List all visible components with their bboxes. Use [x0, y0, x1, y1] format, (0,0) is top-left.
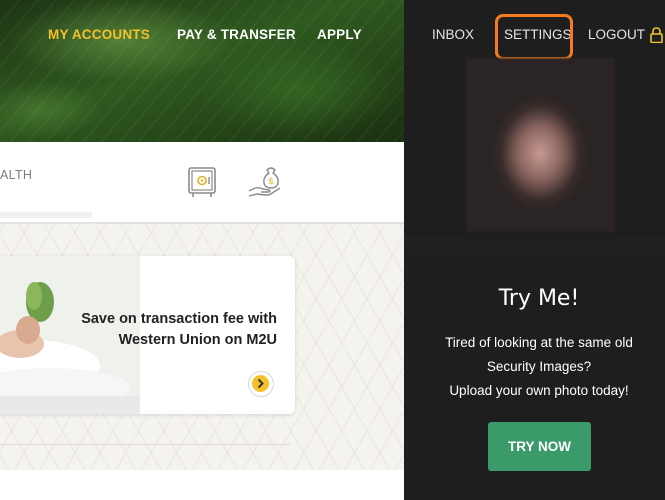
- nav-pay-transfer[interactable]: PAY & TRANSFER: [177, 27, 296, 42]
- tryme-text-line-2: Security Images?: [486, 359, 592, 374]
- tab-wealth[interactable]: ALTH: [0, 168, 32, 182]
- tab-underline: [0, 212, 92, 218]
- nav-my-accounts[interactable]: MY ACCOUNTS: [48, 27, 150, 42]
- promo-title-line-1: Save on transaction fee with: [81, 311, 277, 327]
- tryme-text-line-3: Upload your own photo today!: [449, 383, 629, 398]
- side-panel: INBOX SETTINGS LOGOUT Try Me! Tired of l…: [404, 0, 665, 500]
- content-divider: [0, 444, 290, 445]
- promo-title: Save on transaction fee with Western Uni…: [57, 309, 277, 351]
- settings-highlight: [495, 14, 573, 60]
- security-image: [466, 58, 615, 232]
- svg-text:$: $: [268, 177, 274, 187]
- chevron-right-icon: [252, 375, 269, 392]
- nav-apply[interactable]: APPLY: [317, 27, 362, 42]
- tryme-title: Try Me!: [498, 286, 580, 311]
- content-bottom: [0, 470, 404, 500]
- nav-inbox[interactable]: INBOX: [432, 27, 474, 42]
- hero-banner: [0, 0, 404, 142]
- promo-card[interactable]: Save on transaction fee with Western Uni…: [0, 256, 295, 414]
- main-content: MY ACCOUNTS PAY & TRANSFER APPLY ALTH $: [0, 0, 404, 500]
- panel-divider: [404, 236, 665, 256]
- safe-icon[interactable]: [187, 166, 217, 198]
- main-nav: MY ACCOUNTS PAY & TRANSFER APPLY: [0, 27, 404, 45]
- money-bag-hand-icon[interactable]: $: [247, 164, 283, 198]
- try-now-button[interactable]: TRY NOW: [488, 422, 591, 471]
- nav-logout[interactable]: LOGOUT: [588, 27, 645, 42]
- promo-arrow-button[interactable]: [248, 371, 274, 397]
- lock-icon[interactable]: [650, 27, 663, 43]
- tryme-text-line-1: Tired of looking at the same old: [445, 335, 633, 350]
- promo-title-line-2: Western Union on M2U: [118, 332, 277, 348]
